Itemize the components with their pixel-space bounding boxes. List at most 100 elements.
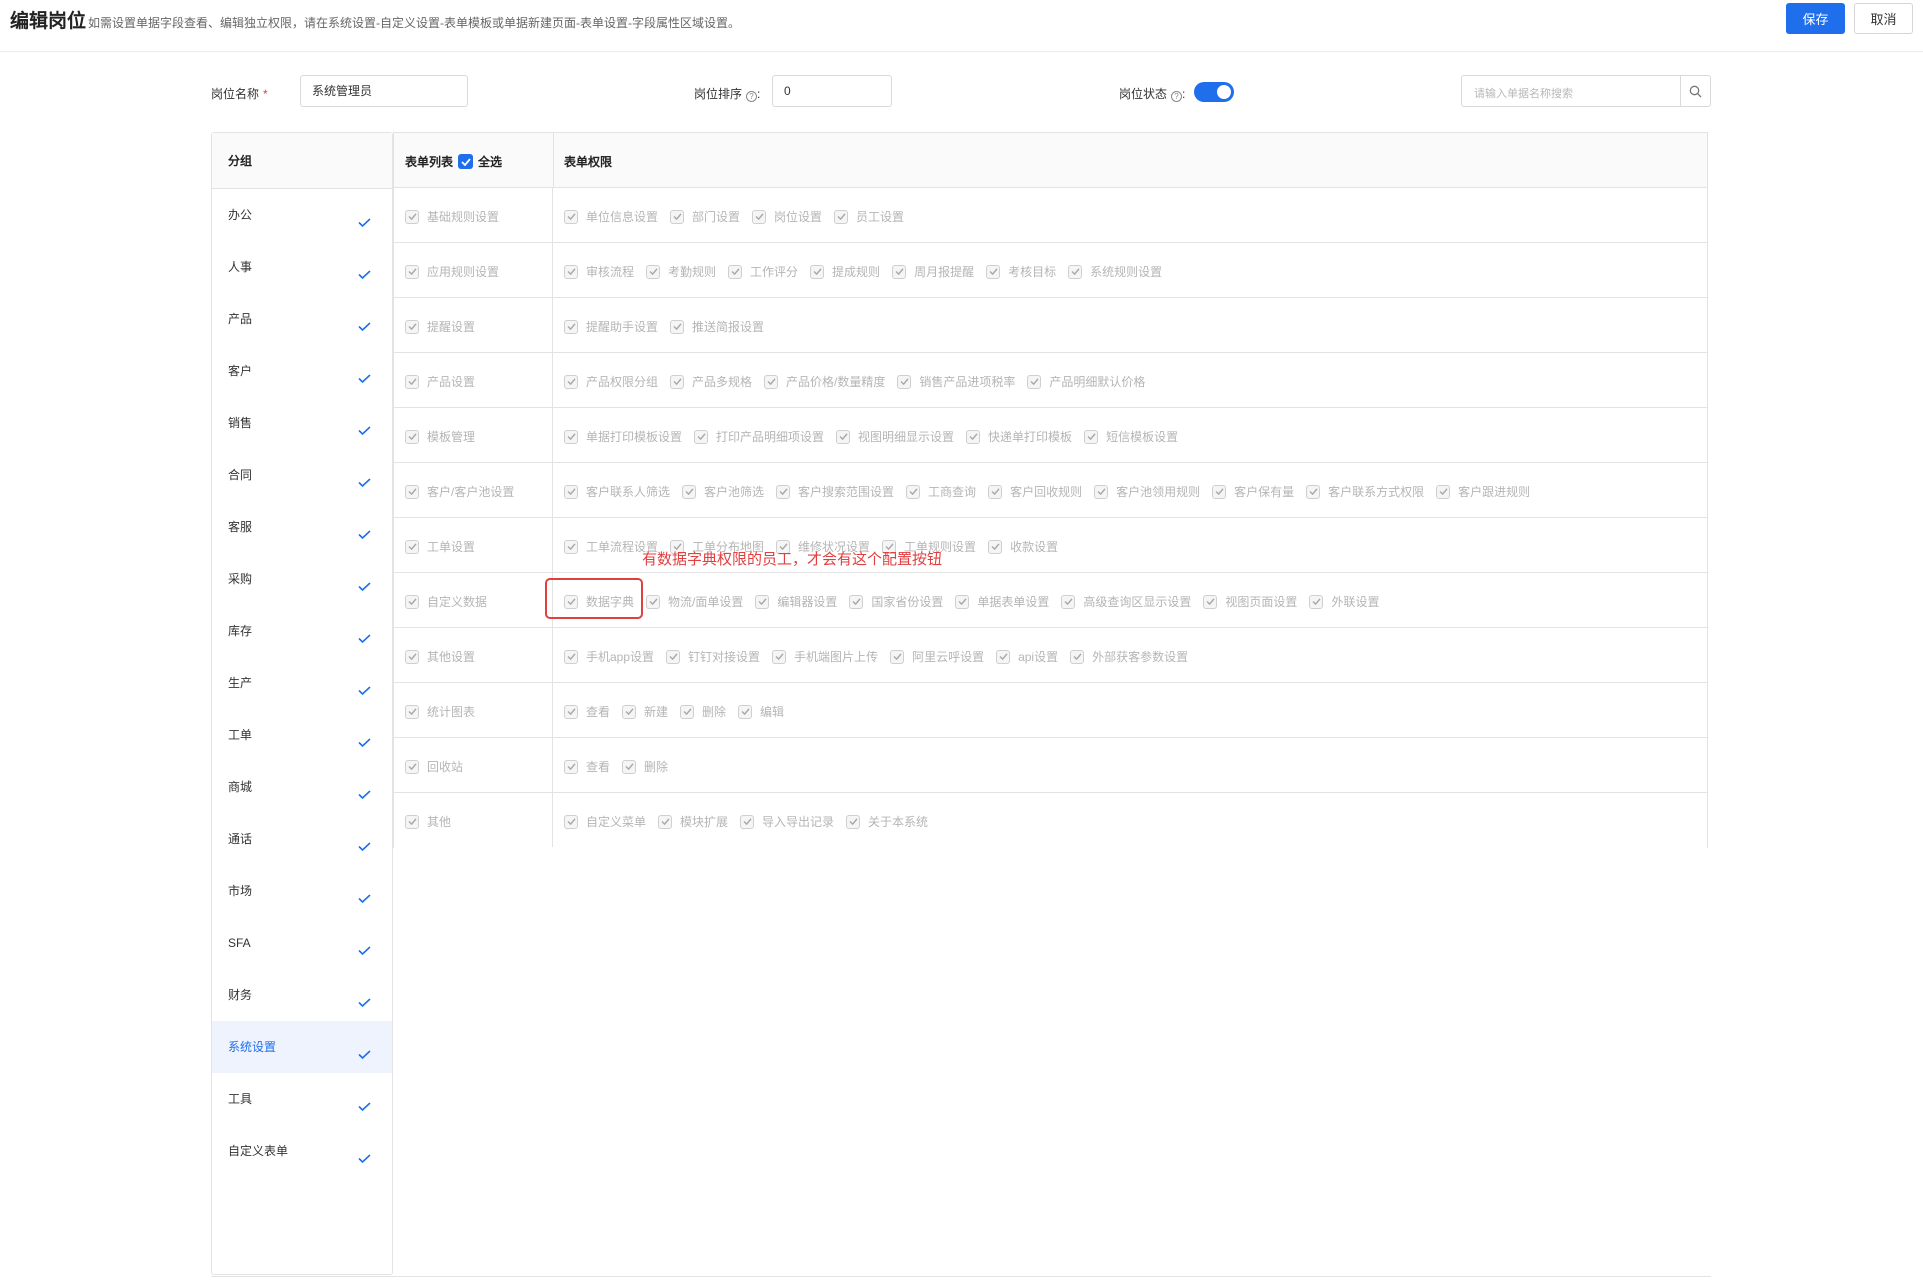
checkbox[interactable] [564,374,578,389]
form-checkbox[interactable]: 应用规则设置 [405,263,499,280]
checkbox[interactable] [772,649,787,664]
checkbox[interactable] [670,319,685,334]
checkbox[interactable] [996,649,1011,664]
permission-checkbox[interactable]: 部门设置 [670,208,740,225]
form-checkbox[interactable]: 提醒设置 [405,318,475,335]
checkbox[interactable] [1436,484,1451,499]
group-item[interactable]: 商城 [212,761,392,813]
checkbox[interactable] [670,209,685,224]
checkbox[interactable] [564,649,578,664]
permission-checkbox[interactable]: 外部获客参数设置 [1070,648,1188,665]
permission-checkbox[interactable]: 快递单打印模板 [966,428,1072,445]
permission-checkbox[interactable]: 产品价格/数量精度 [764,373,885,390]
checkbox[interactable] [890,649,905,664]
checkbox[interactable] [1094,484,1109,499]
form-checkbox[interactable]: 基础规则设置 [405,208,499,225]
checkbox[interactable] [622,704,637,719]
checkbox[interactable] [658,814,673,829]
checkbox[interactable] [405,704,419,719]
checkbox[interactable] [846,814,861,829]
permission-checkbox[interactable]: 编辑 [738,703,784,720]
checkbox[interactable] [1070,649,1085,664]
help-icon[interactable]: ? [746,91,758,102]
search-button[interactable] [1680,76,1710,106]
group-item[interactable]: 采购 [212,553,392,605]
checkbox[interactable] [405,319,419,334]
permission-checkbox[interactable]: 打印产品明细项设置 [694,428,824,445]
group-item[interactable]: 工单 [212,709,392,761]
checkbox[interactable] [728,264,743,279]
position-order-input[interactable]: 0 [772,75,892,107]
group-item[interactable]: 销售 [212,397,392,449]
group-item[interactable]: 工具 [212,1073,392,1125]
checkbox[interactable] [897,374,912,389]
permission-checkbox[interactable]: 产品权限分组 [564,373,658,390]
save-button[interactable]: 保存 [1786,3,1845,34]
group-item[interactable]: 系统设置 [212,1021,392,1073]
permission-checkbox[interactable]: 国家省份设置 [849,593,943,610]
permission-checkbox[interactable]: 手机app设置 [564,648,654,665]
checkbox[interactable] [849,594,864,609]
checkbox[interactable] [834,209,849,224]
group-item[interactable]: 合同 [212,449,392,501]
permission-checkbox[interactable]: 物流/面单设置 [646,593,743,610]
checkbox[interactable] [810,264,825,279]
permission-checkbox[interactable]: 考勤规则 [646,263,716,280]
checkbox[interactable] [966,429,981,444]
position-name-input[interactable]: 系统管理员 [300,75,468,107]
permission-checkbox[interactable]: 阿里云呼设置 [890,648,984,665]
checkbox[interactable] [1061,594,1076,609]
permission-checkbox[interactable]: 客户池筛选 [682,483,764,500]
form-checkbox[interactable]: 工单设置 [405,538,475,555]
checkbox[interactable] [405,429,419,444]
group-item[interactable]: 通话 [212,813,392,865]
permission-checkbox[interactable]: 新建 [622,703,668,720]
checkbox[interactable] [682,484,697,499]
permission-checkbox[interactable]: 提醒助手设置 [564,318,658,335]
permission-checkbox[interactable]: 删除 [680,703,726,720]
checkbox[interactable] [892,264,907,279]
checkbox[interactable] [1084,429,1099,444]
permission-checkbox[interactable]: 周月报提醒 [892,263,974,280]
checkbox[interactable] [405,374,419,389]
position-status-toggle[interactable] [1194,82,1234,102]
permission-checkbox[interactable]: 导入导出记录 [740,813,834,830]
checkbox[interactable] [752,209,767,224]
checkbox[interactable] [988,484,1003,499]
checkbox[interactable] [405,649,419,664]
checkbox[interactable] [622,759,637,774]
permission-checkbox[interactable]: 客户搜索范围设置 [776,483,894,500]
permission-checkbox[interactable]: 单位信息设置 [564,208,658,225]
checkbox[interactable] [666,649,681,664]
permission-checkbox[interactable]: 关于本系统 [846,813,928,830]
permission-checkbox[interactable]: 销售产品进项税率 [897,373,1015,390]
checkbox[interactable] [564,319,578,334]
checkbox[interactable] [564,759,578,774]
checkbox[interactable] [564,704,578,719]
checkbox[interactable] [405,539,419,554]
group-item[interactable]: 生产 [212,657,392,709]
group-item[interactable]: SFA [212,917,392,969]
permission-checkbox[interactable]: 产品明细默认价格 [1027,373,1145,390]
permission-checkbox[interactable]: 单据表单设置 [955,593,1049,610]
checkbox[interactable] [564,209,578,224]
checkbox[interactable] [1068,264,1083,279]
checkbox[interactable] [405,594,419,609]
permission-checkbox[interactable]: 外联设置 [1309,593,1379,610]
permission-checkbox[interactable]: 查看 [564,703,610,720]
checkbox[interactable] [986,264,1001,279]
permission-checkbox[interactable]: 短信模板设置 [1084,428,1178,445]
group-item[interactable]: 客户 [212,345,392,397]
permission-checkbox[interactable]: 客户回收规则 [988,483,1082,500]
permission-checkbox[interactable]: 工作评分 [728,263,798,280]
permission-checkbox[interactable]: 客户联系方式权限 [1306,483,1424,500]
checkbox[interactable] [694,429,709,444]
permission-checkbox[interactable]: 产品多规格 [670,373,752,390]
permission-checkbox[interactable]: 视图明细显示设置 [836,428,954,445]
group-item[interactable]: 财务 [212,969,392,1021]
checkbox[interactable] [564,539,578,554]
checkbox[interactable] [405,814,419,829]
permission-checkbox[interactable]: 视图页面设置 [1203,593,1297,610]
permission-checkbox[interactable]: 收款设置 [988,538,1058,555]
group-item[interactable]: 客服 [212,501,392,553]
